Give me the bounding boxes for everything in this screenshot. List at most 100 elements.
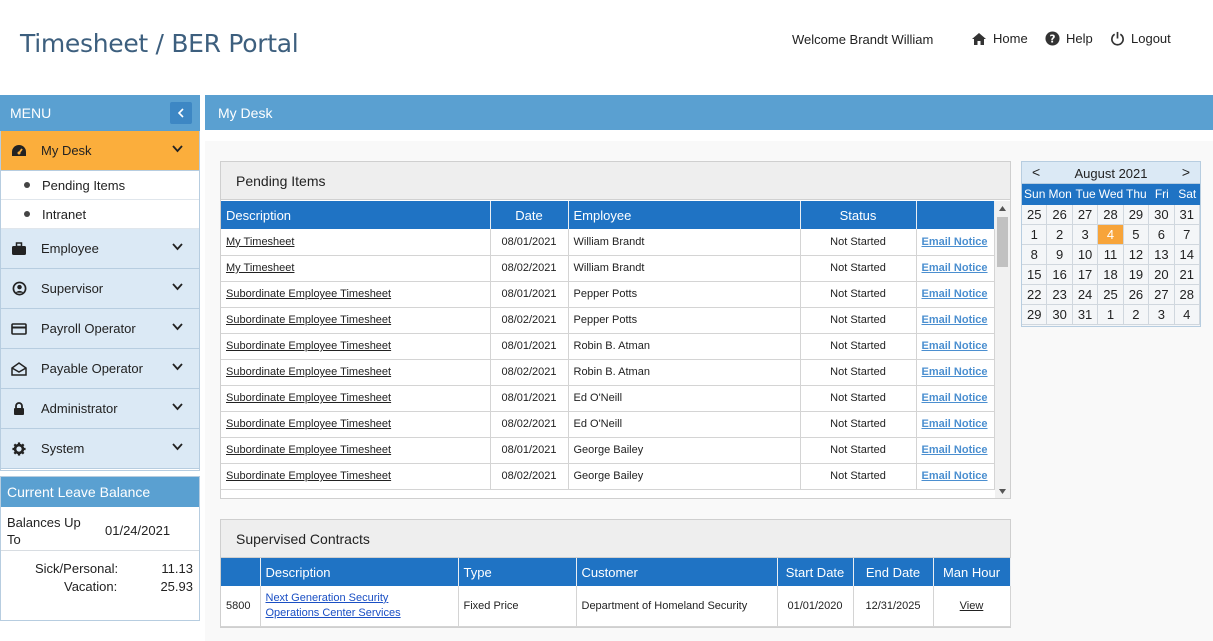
calendar-day[interactable]: 31	[1174, 205, 1200, 225]
column-header-customer[interactable]: Customer	[576, 558, 778, 586]
calendar-day[interactable]: 25	[1022, 205, 1048, 225]
calendar-day[interactable]: 2	[1123, 305, 1150, 325]
calendar-day[interactable]: 18	[1098, 265, 1124, 285]
sidebar-item-supervisor[interactable]: Supervisor	[1, 269, 199, 309]
column-header-start-date[interactable]: Start Date	[777, 558, 854, 586]
calendar-day[interactable]: 26	[1123, 285, 1150, 305]
column-header-date[interactable]: Date	[490, 201, 569, 229]
calendar-day[interactable]: 23	[1047, 285, 1073, 305]
pending-description-link[interactable]: My Timesheet	[226, 262, 294, 274]
calendar-day[interactable]: 27	[1072, 205, 1099, 225]
pending-description-link[interactable]: Subordinate Employee Timesheet	[226, 366, 391, 378]
calendar-day[interactable]: 31	[1072, 305, 1099, 325]
email-notice-link[interactable]: Email Notice	[922, 444, 988, 456]
contract-description-link[interactable]: Next Generation Security Operations Cente…	[266, 592, 401, 619]
calendar-day[interactable]: 17	[1072, 265, 1099, 285]
calendar-day[interactable]: 3	[1072, 225, 1099, 245]
calendar-day[interactable]: 27	[1149, 285, 1175, 305]
scrollbar-thumb[interactable]	[997, 217, 1008, 267]
email-notice-link[interactable]: Email Notice	[922, 418, 988, 430]
calendar-day[interactable]: 6	[1149, 225, 1175, 245]
calendar-day[interactable]: 11	[1098, 245, 1124, 265]
calendar-day[interactable]: 4	[1174, 305, 1200, 325]
calendar-day-today[interactable]: 4	[1098, 225, 1124, 245]
pending-description-link[interactable]: Subordinate Employee Timesheet	[226, 340, 391, 352]
calendar-day[interactable]: 21	[1174, 265, 1200, 285]
pending-description-link[interactable]: Subordinate Employee Timesheet	[226, 470, 391, 482]
pending-description-link[interactable]: My Timesheet	[226, 236, 294, 248]
calendar-day[interactable]: 16	[1047, 265, 1073, 285]
email-notice-link[interactable]: Email Notice	[922, 470, 988, 482]
email-notice-link[interactable]: Email Notice	[922, 288, 988, 300]
email-notice-link[interactable]: Email Notice	[922, 340, 988, 352]
calendar-day[interactable]: 14	[1174, 245, 1200, 265]
email-notice-link[interactable]: Email Notice	[922, 366, 988, 378]
sidebar-item-employee[interactable]: Employee	[1, 229, 199, 269]
leave-balance-title: Current Leave Balance	[1, 477, 199, 507]
calendar-day[interactable]: 5	[1123, 225, 1150, 245]
sidebar-item-administrator[interactable]: Administrator	[1, 389, 199, 429]
app-title: Timesheet / BER Portal	[20, 29, 299, 58]
calendar-day[interactable]: 13	[1149, 245, 1175, 265]
home-link[interactable]: Home	[971, 31, 1028, 46]
calendar-day[interactable]: 1	[1098, 305, 1124, 325]
pending-items-scroll[interactable]: Description Date Employee Status My Time…	[221, 201, 995, 498]
calendar-day[interactable]: 19	[1123, 265, 1150, 285]
calendar-day[interactable]: 25	[1098, 285, 1124, 305]
collapse-menu-button[interactable]	[170, 102, 192, 124]
calendar-day[interactable]: 29	[1123, 205, 1150, 225]
column-header-description[interactable]: Description	[260, 558, 459, 586]
calendar-next-button[interactable]: >	[1182, 164, 1190, 180]
sidebar-item-payroll-operator[interactable]: Payroll Operator	[1, 309, 199, 349]
calendar-day[interactable]: 8	[1022, 245, 1048, 265]
pending-description-link[interactable]: Subordinate Employee Timesheet	[226, 444, 391, 456]
calendar-day[interactable]: 24	[1072, 285, 1099, 305]
calendar-day[interactable]: 26	[1047, 205, 1073, 225]
pending-description-link[interactable]: Subordinate Employee Timesheet	[226, 418, 391, 430]
column-header-description[interactable]: Description	[221, 201, 491, 229]
pending-status: Not Started	[800, 281, 917, 308]
column-header-man-hour[interactable]: Man Hour	[933, 558, 1011, 586]
calendar-day[interactable]: 22	[1022, 285, 1048, 305]
calendar-day[interactable]: 30	[1047, 305, 1073, 325]
scroll-up-icon[interactable]	[995, 201, 1010, 215]
calendar-day[interactable]: 10	[1072, 245, 1099, 265]
column-header-end-date[interactable]: End Date	[853, 558, 934, 586]
calendar-day[interactable]: 9	[1047, 245, 1073, 265]
calendar-days: 25 26 27 28 29 30 31 1 2 3 4 5 6 7 8 9 10 11 12 13 14 15 16 17 1…	[1022, 205, 1200, 325]
chevron-down-icon	[172, 443, 183, 451]
sidebar-subitem-pending-items[interactable]: Pending Items	[1, 171, 199, 200]
calendar-day[interactable]: 1	[1022, 225, 1048, 245]
calendar-day[interactable]: 28	[1174, 285, 1200, 305]
calendar-day[interactable]: 7	[1174, 225, 1200, 245]
pending-items-scrollbar[interactable]	[995, 201, 1010, 498]
view-man-hour-link[interactable]: View	[960, 600, 984, 612]
pending-description-link[interactable]: Subordinate Employee Timesheet	[226, 314, 391, 326]
email-notice-link[interactable]: Email Notice	[922, 262, 988, 274]
calendar-day[interactable]: 20	[1149, 265, 1175, 285]
calendar-day[interactable]: 12	[1123, 245, 1150, 265]
email-notice-link[interactable]: Email Notice	[922, 314, 988, 326]
pending-description-link[interactable]: Subordinate Employee Timesheet	[226, 392, 391, 404]
sidebar-item-my-desk[interactable]: My Desk	[1, 131, 199, 171]
calendar-day[interactable]: 30	[1149, 205, 1175, 225]
sidebar-subitem-intranet[interactable]: Intranet	[1, 200, 199, 229]
calendar-day[interactable]: 29	[1022, 305, 1048, 325]
calendar-day[interactable]: 2	[1047, 225, 1073, 245]
calendar-day[interactable]: 28	[1098, 205, 1124, 225]
email-notice-link[interactable]: Email Notice	[922, 392, 988, 404]
sidebar-item-payable-operator[interactable]: Payable Operator	[1, 349, 199, 389]
calendar-day[interactable]: 15	[1022, 265, 1048, 285]
scroll-down-icon[interactable]	[995, 484, 1010, 498]
pending-description-link[interactable]: Subordinate Employee Timesheet	[226, 288, 391, 300]
calendar-day[interactable]: 3	[1149, 305, 1175, 325]
column-header-type[interactable]: Type	[458, 558, 577, 586]
help-link[interactable]: ? Help	[1045, 31, 1093, 46]
column-header-employee[interactable]: Employee	[568, 201, 801, 229]
column-header-status[interactable]: Status	[800, 201, 917, 229]
logout-link[interactable]: Logout	[1110, 31, 1171, 46]
pending-employee: George Bailey	[568, 463, 801, 490]
sidebar-item-system[interactable]: System	[1, 429, 199, 469]
sidebar-item-label: Employee	[41, 241, 99, 256]
email-notice-link[interactable]: Email Notice	[922, 236, 988, 248]
